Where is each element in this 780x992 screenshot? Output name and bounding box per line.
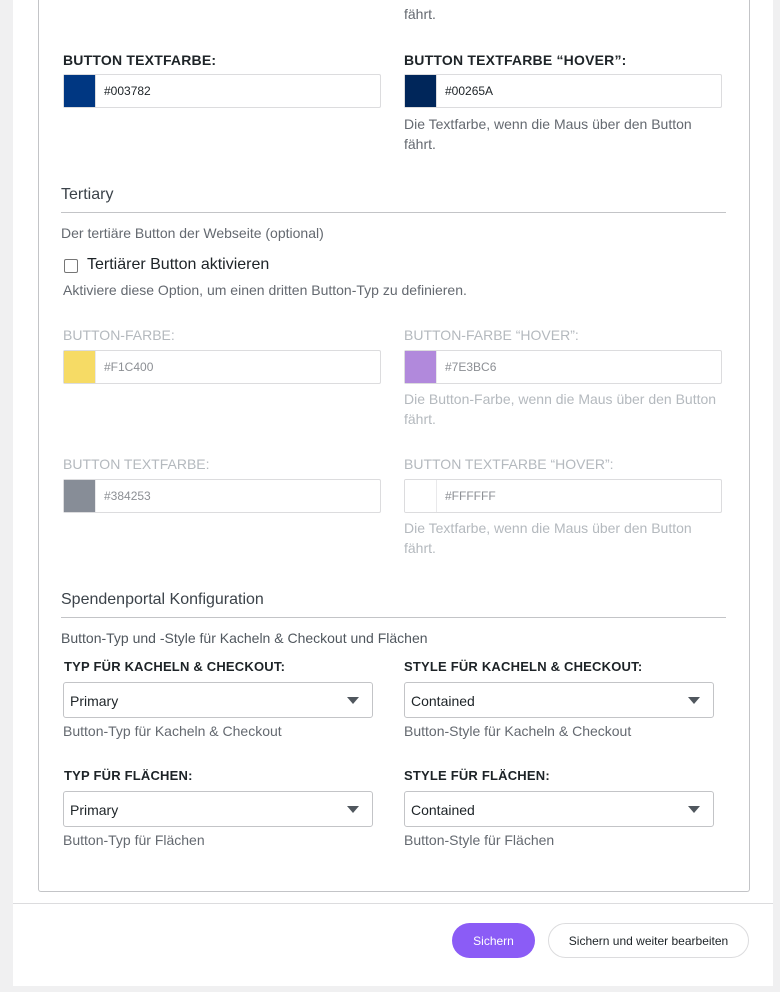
tertiary-button-color-hover-field[interactable]: #7E3BC6 [404, 350, 722, 384]
tertiary-enable-label[interactable]: Tertiärer Button aktivieren [87, 256, 269, 274]
settings-page: fährt. BUTTON TEXTFARBE: #003782 BUTTON … [13, 0, 773, 986]
area-style-label: STYLE FÜR FLÄCHEN: [404, 768, 550, 783]
select-value[interactable]: Contained [411, 693, 475, 709]
tertiary-button-color-hover-help: Die Button-Farbe, wenn die Maus über den… [404, 391, 717, 427]
area-style-select[interactable]: Contained [404, 791, 714, 827]
button-text-color-hover-label: BUTTON TEXTFARBE “HOVER”: [404, 52, 627, 68]
portal-description: Button-Typ und -Style für Kacheln & Chec… [61, 630, 428, 646]
chevron-down-icon[interactable] [688, 806, 700, 813]
tile-style-select[interactable]: Contained [404, 682, 714, 718]
area-style-help: Button-Style für Flächen [404, 832, 555, 848]
tertiary-text-color-hover-label: BUTTON TEXTFARBE “HOVER”: [404, 456, 614, 472]
save-and-continue-button[interactable]: Sichern und weiter bearbeiten [548, 923, 749, 958]
tertiary-text-color-hover-help: Die Textfarbe, wenn die Maus über den Bu… [404, 520, 692, 556]
save-button[interactable]: Sichern [452, 923, 535, 958]
tile-style-label: STYLE FÜR KACHELN & CHECKOUT: [404, 659, 643, 674]
tile-type-label: TYP FÜR KACHELN & CHECKOUT: [64, 659, 286, 674]
color-hex-value[interactable]: #7E3BC6 [445, 360, 496, 374]
color-hex-value[interactable]: #00265A [445, 84, 493, 98]
color-swatch[interactable] [64, 75, 96, 107]
button-text-color-hover-help: Die Textfarbe, wenn die Maus über den Bu… [404, 116, 692, 152]
chevron-down-icon[interactable] [688, 697, 700, 704]
button-text-color-field[interactable]: #003782 [63, 74, 381, 108]
section-divider [61, 212, 726, 213]
color-hex-value[interactable]: #003782 [104, 84, 151, 98]
color-swatch[interactable] [405, 480, 437, 512]
color-swatch[interactable] [405, 351, 437, 383]
color-swatch[interactable] [64, 480, 96, 512]
button-text-color-label: BUTTON TEXTFARBE: [63, 52, 217, 68]
chevron-down-icon[interactable] [347, 806, 359, 813]
tertiary-text-color-label: BUTTON TEXTFARBE: [63, 456, 210, 472]
color-swatch[interactable] [64, 351, 96, 383]
tertiary-button-color-hover-label: BUTTON-FARBE “HOVER”: [404, 327, 579, 343]
tertiary-button-color-field[interactable]: #F1C400 [63, 350, 381, 384]
area-type-label: TYP FÜR FLÄCHEN: [64, 768, 193, 783]
area-type-help: Button-Typ für Flächen [63, 832, 205, 848]
tertiary-text-color-field[interactable]: #384253 [63, 479, 381, 513]
color-hex-value[interactable]: #FFFFFF [445, 489, 496, 503]
select-value[interactable]: Primary [70, 802, 118, 818]
tile-type-help: Button-Typ für Kacheln & Checkout [63, 723, 282, 739]
portal-section-title: Spendenportal Konfiguration [61, 591, 264, 608]
tertiary-enable-help: Aktiviere diese Option, um einen dritten… [63, 282, 467, 298]
chevron-down-icon[interactable] [347, 697, 359, 704]
tertiary-text-color-hover-field[interactable]: #FFFFFF [404, 479, 722, 513]
tile-style-help: Button-Style für Kacheln & Checkout [404, 723, 632, 739]
footer-divider [13, 903, 773, 904]
select-value[interactable]: Primary [70, 693, 118, 709]
color-hex-value[interactable]: #384253 [104, 489, 151, 503]
tertiary-section-title: Tertiary [61, 186, 114, 203]
select-value[interactable]: Contained [411, 802, 475, 818]
tertiary-enable-checkbox[interactable] [64, 259, 78, 273]
tertiary-description: Der tertiäre Button der Webseite (option… [61, 225, 324, 241]
tertiary-button-color-label: BUTTON-FARBE: [63, 327, 175, 343]
section-divider [61, 617, 726, 618]
color-hex-value[interactable]: #F1C400 [104, 360, 153, 374]
button-text-color-hover-field[interactable]: #00265A [404, 74, 722, 108]
area-type-select[interactable]: Primary [63, 791, 373, 827]
help-text-tail: fährt. [404, 6, 436, 22]
color-swatch[interactable] [405, 75, 437, 107]
tile-type-select[interactable]: Primary [63, 682, 373, 718]
